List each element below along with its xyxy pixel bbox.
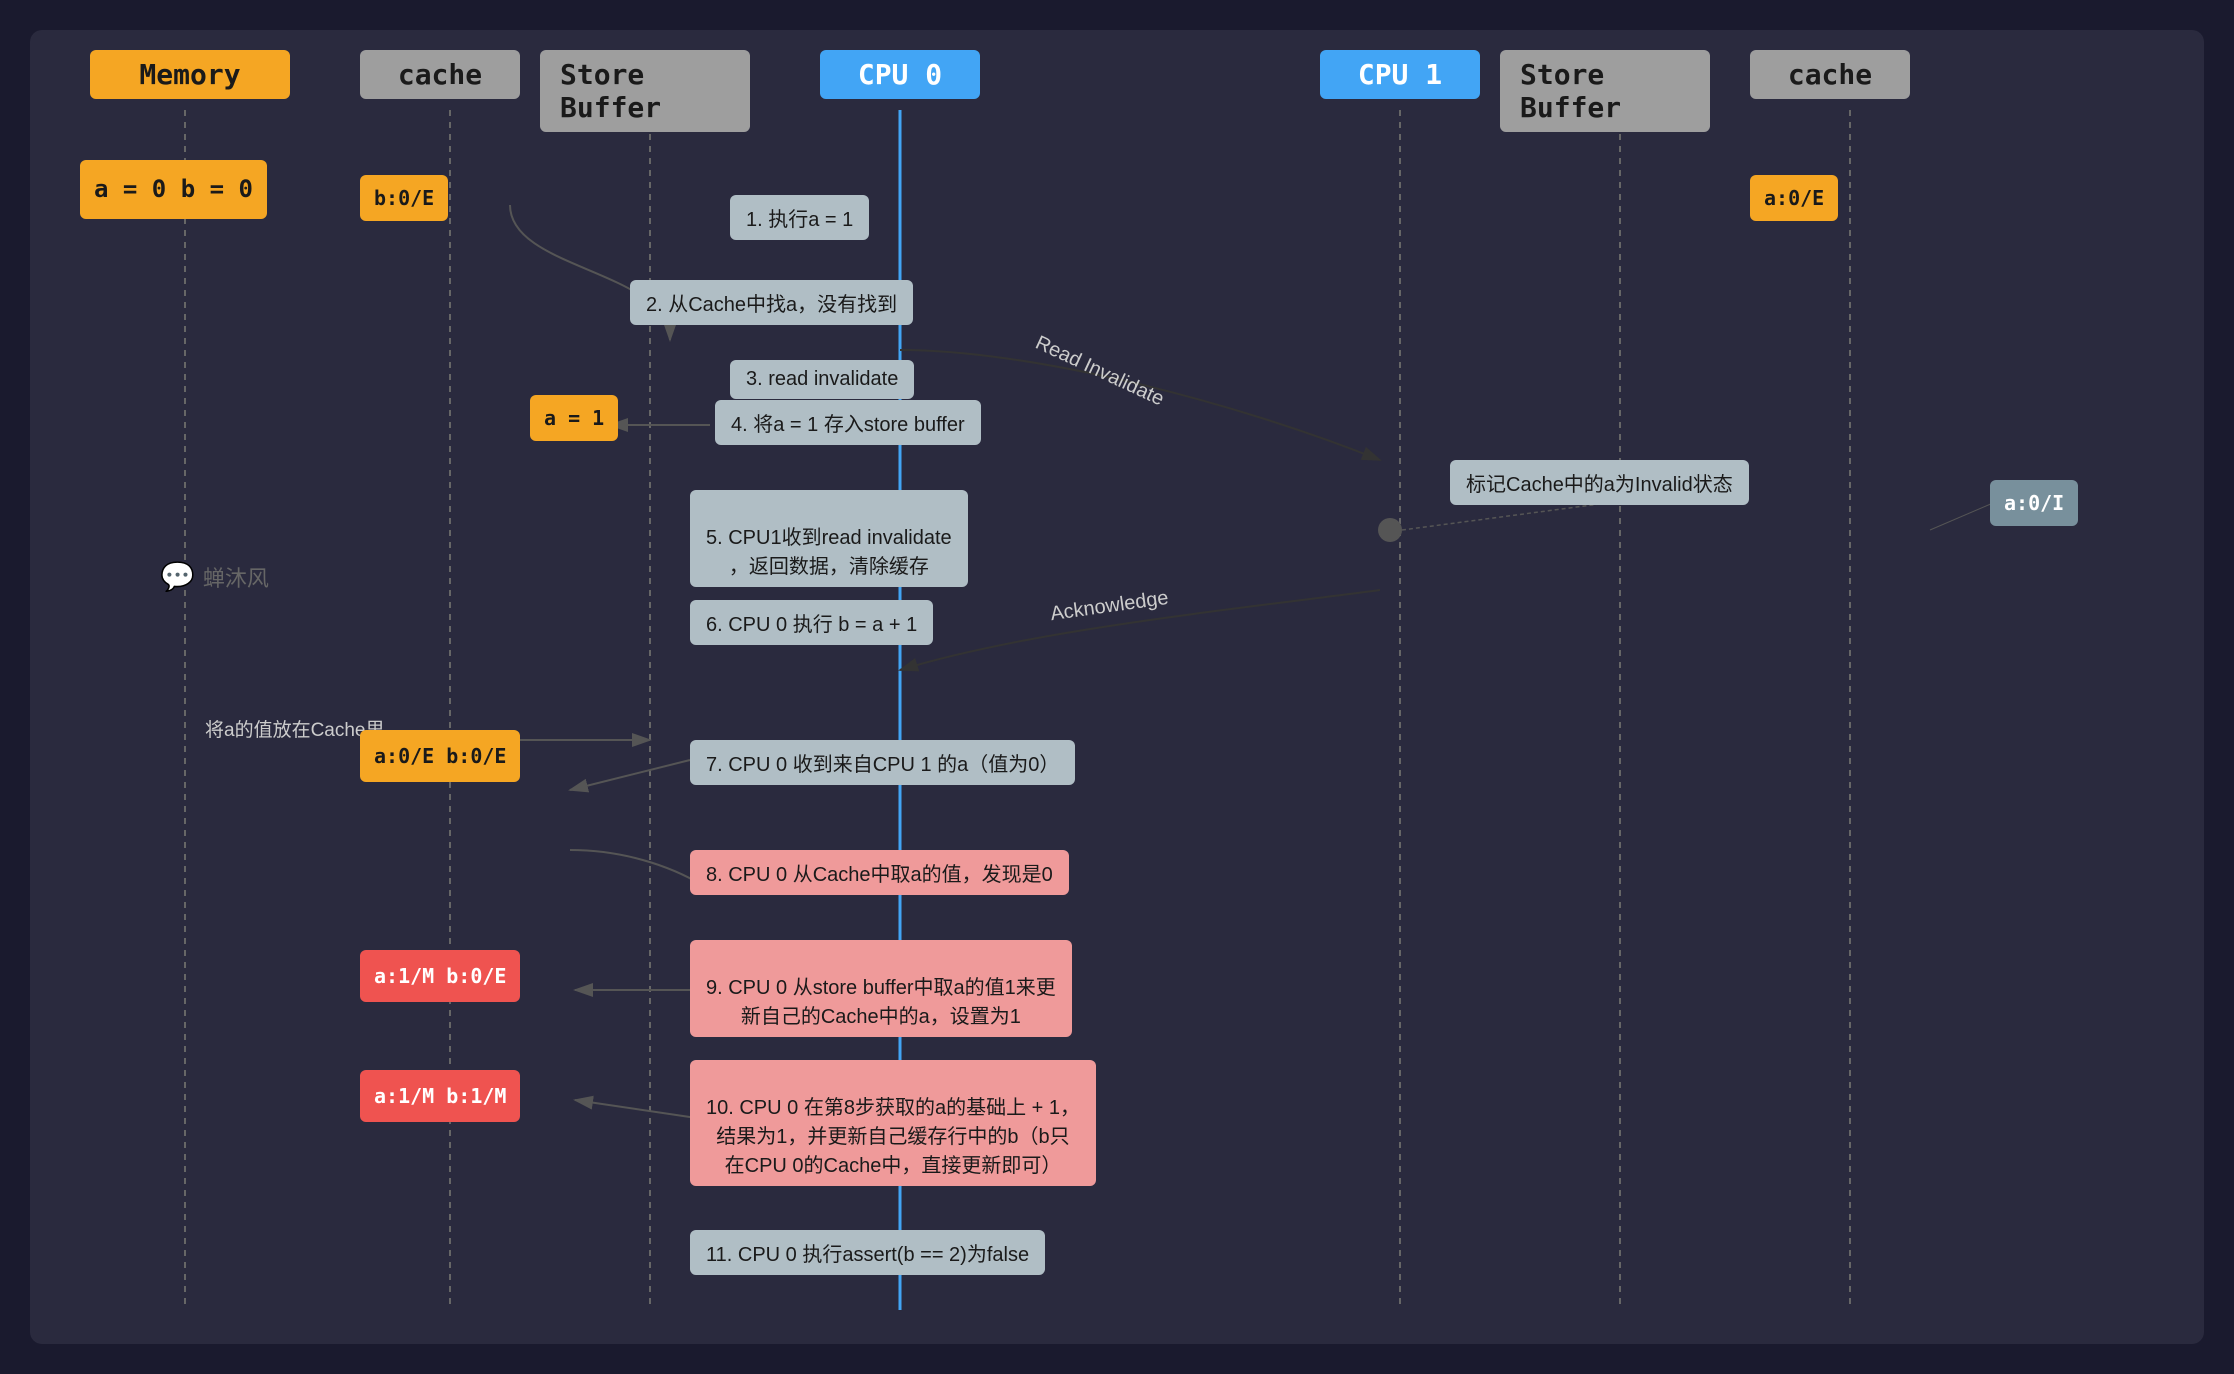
step1-box: 1. 执行a = 1 bbox=[730, 195, 869, 240]
mark-invalid-text: 标记Cache中的a为Invalid状态 bbox=[1466, 474, 1733, 496]
step10-text: 10. CPU 0 在第8步获取的a的基础上 + 1， 结果为1，并更新自己缓存… bbox=[706, 1097, 1080, 1177]
cpu0-header: CPU 0 bbox=[820, 50, 980, 99]
cache-left-state3-text: a:1/M b:1/M bbox=[374, 1084, 506, 1108]
put-a-in-cache-text: 将a的值放在Cache里 bbox=[205, 720, 385, 741]
acknowledge-annotation: Acknowledge bbox=[1049, 587, 1170, 626]
step7-text: 7. CPU 0 收到来自CPU 1 的a（值为0） bbox=[706, 754, 1059, 776]
watermark: 💬 蝉沐风 bbox=[160, 560, 269, 593]
step5-box: 5. CPU1收到read invalidate ，返回数据，清除缓存 bbox=[690, 490, 968, 587]
step1-text: 1. 执行a = 1 bbox=[746, 209, 853, 231]
step7-box: 7. CPU 0 收到来自CPU 1 的a（值为0） bbox=[690, 740, 1075, 785]
cache-left-initial: b:0/E bbox=[360, 175, 448, 221]
step8-box: 8. CPU 0 从Cache中取a的值，发现是0 bbox=[690, 850, 1069, 895]
step10-box: 10. CPU 0 在第8步获取的a的基础上 + 1， 结果为1，并更新自己缓存… bbox=[690, 1060, 1096, 1186]
store-buffer-right-label: Store Buffer bbox=[1520, 58, 1690, 124]
step3-box: 3. read invalidate bbox=[730, 360, 914, 399]
cache-right-label: cache bbox=[1788, 58, 1872, 91]
step4-box: 4. 将a = 1 存入store buffer bbox=[715, 400, 981, 445]
memory-values-text: a = 0 b = 0 bbox=[94, 175, 253, 203]
store-buffer-left-header: Store Buffer bbox=[540, 50, 750, 132]
store-buffer-a1-text: a = 1 bbox=[544, 406, 604, 430]
store-buffer-left-label: Store Buffer bbox=[560, 58, 730, 124]
cache-left-header: cache bbox=[360, 50, 520, 99]
mark-invalid-box: 标记Cache中的a为Invalid状态 bbox=[1450, 460, 1749, 505]
cache-left-state3: a:1/M b:1/M bbox=[360, 1070, 520, 1122]
cache-right-invalid: a:0/I bbox=[1990, 480, 2078, 526]
cache-right-invalid-text: a:0/I bbox=[2004, 491, 2064, 515]
cache-left-initial-text: b:0/E bbox=[374, 186, 434, 210]
step4-text: 4. 将a = 1 存入store buffer bbox=[731, 414, 965, 436]
step8-text: 8. CPU 0 从Cache中取a的值，发现是0 bbox=[706, 864, 1053, 886]
acknowledge-text: Acknowledge bbox=[1049, 587, 1170, 625]
step3-text: 3. read invalidate bbox=[746, 368, 898, 390]
cache-left-label: cache bbox=[398, 58, 482, 91]
step6-box: 6. CPU 0 执行 b = a + 1 bbox=[690, 600, 933, 645]
step6-text: 6. CPU 0 执行 b = a + 1 bbox=[706, 614, 917, 636]
step2-text: 2. 从Cache中找a，没有找到 bbox=[646, 294, 897, 316]
cpu1-header: CPU 1 bbox=[1320, 50, 1480, 99]
step9-box: 9. CPU 0 从store buffer中取a的值1来更 新自己的Cache… bbox=[690, 940, 1072, 1037]
cpu1-label: CPU 1 bbox=[1358, 58, 1442, 91]
step5-text: 5. CPU1收到read invalidate ，返回数据，清除缓存 bbox=[706, 527, 952, 578]
cache-left-state1: a:0/E b:0/E bbox=[360, 730, 520, 782]
cache-left-state2-text: a:1/M b:0/E bbox=[374, 964, 506, 988]
cache-left-state1-text: a:0/E b:0/E bbox=[374, 744, 506, 768]
cpu0-label: CPU 0 bbox=[858, 58, 942, 91]
memory-values: a = 0 b = 0 bbox=[80, 160, 267, 219]
read-invalidate-text: Read Invalidate bbox=[1032, 332, 1167, 411]
step11-box: 11. CPU 0 执行assert(b == 2)为false bbox=[690, 1230, 1045, 1275]
cache-right-initial-text: a:0/E bbox=[1764, 186, 1824, 210]
put-a-in-cache-annotation: 将a的值放在Cache里 bbox=[205, 715, 385, 742]
memory-label: Memory bbox=[139, 58, 240, 91]
cache-right-header: cache bbox=[1750, 50, 1910, 99]
store-buffer-right-header: Store Buffer bbox=[1500, 50, 1710, 132]
store-buffer-a1: a = 1 bbox=[530, 395, 618, 441]
memory-header: Memory bbox=[90, 50, 290, 99]
cache-right-initial: a:0/E bbox=[1750, 175, 1838, 221]
cache-left-state2: a:1/M b:0/E bbox=[360, 950, 520, 1002]
watermark-text: 蝉沐风 bbox=[203, 561, 269, 593]
step11-text: 11. CPU 0 执行assert(b == 2)为false bbox=[706, 1244, 1029, 1266]
step2-box: 2. 从Cache中找a，没有找到 bbox=[630, 280, 913, 325]
step9-text: 9. CPU 0 从store buffer中取a的值1来更 新自己的Cache… bbox=[706, 977, 1056, 1028]
read-invalidate-annotation: Read Invalidate bbox=[1032, 332, 1168, 412]
